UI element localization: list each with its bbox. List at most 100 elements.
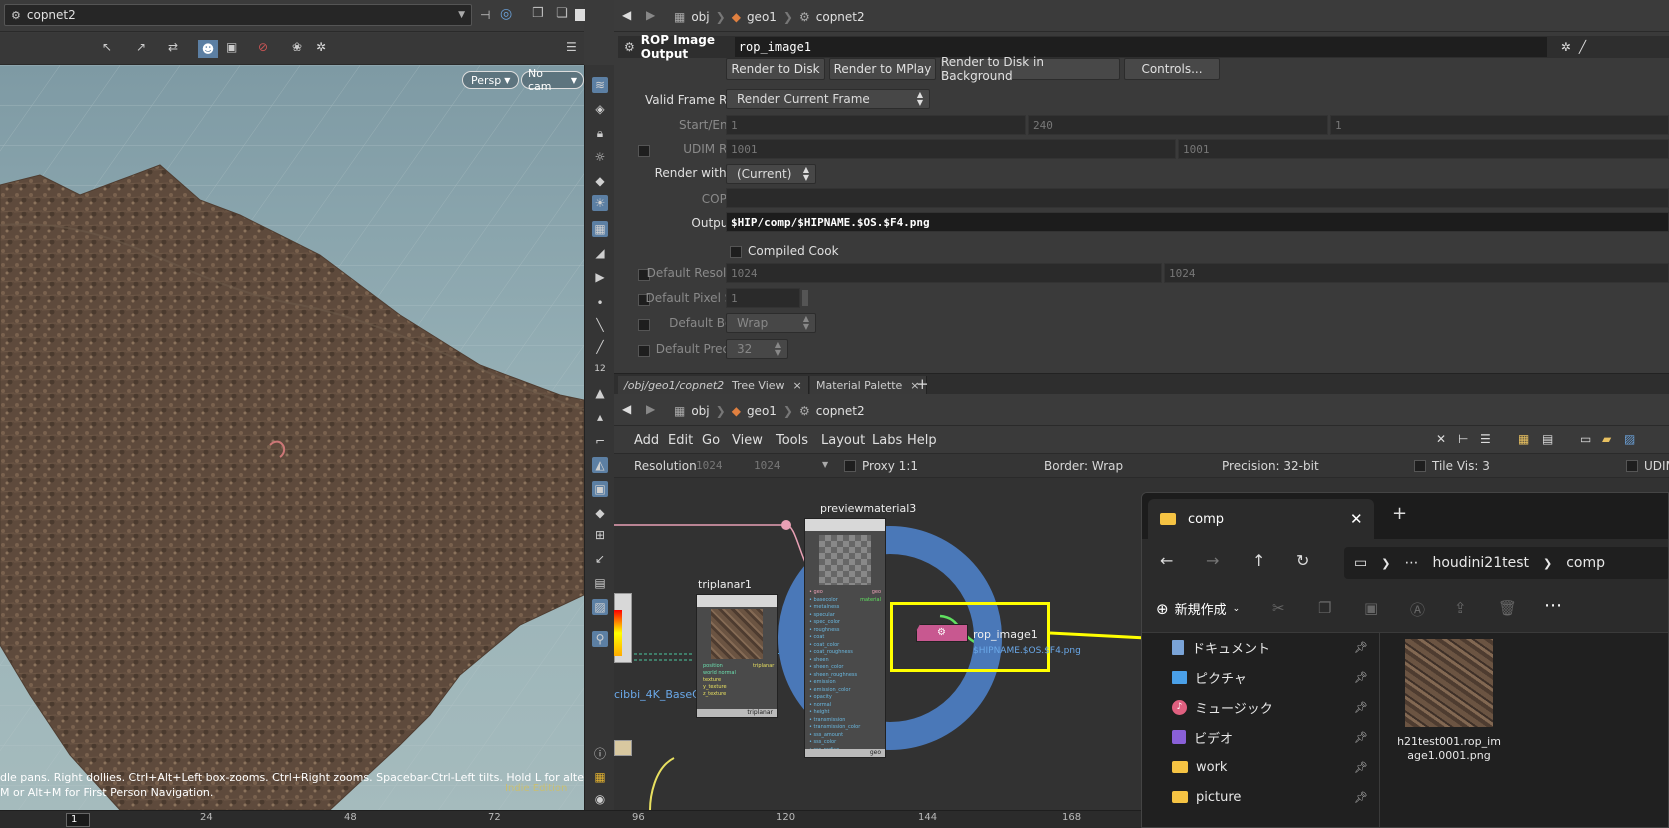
breadcrumb-geo1[interactable]: geo1 — [747, 10, 777, 24]
rop-node[interactable]: ⚙ — [916, 624, 968, 642]
options-icon[interactable]: ☰ — [566, 40, 577, 54]
forward-icon[interactable]: ▶ — [646, 8, 655, 22]
render-background-button[interactable]: Render to Disk in Background — [940, 55, 1120, 83]
wire-icon[interactable]: ◢ — [592, 245, 608, 261]
udim-end-field[interactable]: 1001 — [1178, 139, 1669, 159]
default-resolution-x-field[interactable]: 1024 — [726, 263, 1162, 283]
shading-icon[interactable]: ▦ — [592, 221, 608, 237]
inc-field[interactable]: 1 — [1330, 115, 1669, 135]
up-arrow-icon[interactable]: ↑ — [1252, 551, 1265, 570]
resolution-y-field[interactable]: 1024 — [750, 457, 802, 475]
pin-icon[interactable]: 📌︎ — [1354, 671, 1368, 684]
forward-icon[interactable]: ▶ — [646, 402, 655, 416]
transform-tool-icon[interactable]: ↗ — [136, 40, 146, 54]
cop-path-field[interactable] — [726, 188, 1669, 208]
layout-icon[interactable]: ▦ — [592, 769, 608, 785]
menu-layout[interactable]: Layout — [821, 433, 865, 448]
chevron-down-icon[interactable]: ▼ — [458, 10, 465, 20]
default-precision-select[interactable]: 32 ▲ ▼ — [726, 339, 788, 359]
sidebar-item-videos[interactable]: ビデオ 📌︎ — [1172, 723, 1368, 751]
proxy-checkbox[interactable] — [844, 460, 856, 472]
eye-icon[interactable]: ◉ — [592, 791, 608, 807]
edge-icon[interactable]: ╲ — [592, 317, 608, 333]
new-button[interactable]: ⊕ 新規作成 ⌄ — [1156, 599, 1240, 619]
pin-icon[interactable]: ⊣ — [480, 8, 490, 22]
sidebar-item-music[interactable]: ♪ ミュージック 📌︎ — [1172, 693, 1368, 721]
settings-icon[interactable]: ✲ — [316, 40, 326, 54]
controls-button[interactable]: Controls... — [1124, 58, 1220, 80]
default-border-checkbox[interactable] — [638, 319, 650, 331]
sidebar-item-pictures[interactable]: ピクチャ 📌︎ — [1172, 663, 1368, 691]
file-item[interactable]: h21test001.rop_image1.0001.png — [1394, 639, 1504, 769]
default-border-select[interactable]: Wrap ▲ ▼ — [726, 313, 816, 333]
back-icon[interactable]: ◀ — [622, 402, 631, 416]
persp-menu[interactable]: Persp ▼ — [462, 71, 520, 89]
cut-icon[interactable]: ✂ — [1272, 599, 1285, 617]
menu-view[interactable]: View — [732, 433, 763, 448]
view-tool-icon[interactable]: ☻ — [198, 40, 218, 58]
cubes-icon[interactable]: ❏ — [556, 6, 568, 21]
add-tab-icon[interactable]: + — [916, 375, 929, 393]
light-icon[interactable]: ❀ — [292, 40, 302, 54]
chevron-down-icon[interactable]: ▼ — [822, 460, 828, 469]
paste-icon[interactable]: ▣ — [1364, 599, 1378, 617]
tag-icon[interactable]: ◆ — [592, 505, 608, 521]
list-icon[interactable]: ☰ — [1480, 432, 1491, 446]
info-icon[interactable]: ⓘ — [592, 745, 608, 761]
diamond-icon[interactable]: ◆ — [592, 173, 608, 189]
uv-icon[interactable]: ⌐ — [592, 433, 608, 449]
menu-help[interactable]: Help — [907, 433, 937, 448]
compiled-cook-checkbox[interactable] — [730, 246, 742, 258]
sidebar-item-work[interactable]: work 📌︎ — [1172, 753, 1368, 781]
pin-icon[interactable]: 📌︎ — [1354, 641, 1368, 654]
tile-vis-checkbox[interactable] — [1414, 460, 1426, 472]
stop-icon[interactable]: ⊘ — [258, 40, 268, 54]
more-icon[interactable]: ⋯ — [1544, 595, 1562, 616]
start-field[interactable]: 1 — [726, 115, 1026, 135]
forward-arrow-icon[interactable]: → — [1206, 551, 1219, 570]
cube-icon[interactable]: ❒ — [532, 6, 544, 21]
frame-field[interactable]: 1 — [66, 813, 90, 827]
display-options-icon[interactable]: ≋ — [592, 77, 608, 93]
link-icon[interactable]: ⊞ — [592, 527, 608, 543]
udim-start-field[interactable]: 1001 — [726, 139, 1176, 159]
grid-icon[interactable]: ▤ — [592, 575, 608, 591]
udim-range-checkbox[interactable] — [638, 145, 650, 157]
pin-icon[interactable]: 📌︎ — [1354, 761, 1368, 774]
camera-tool-icon[interactable]: ▣ — [226, 40, 237, 54]
render-with-take-select[interactable]: (Current) ▲ ▼ — [726, 164, 816, 184]
grid-view-icon[interactable]: ▦ — [1518, 432, 1529, 446]
menu-edit[interactable]: Edit — [668, 433, 693, 448]
back-arrow-icon[interactable]: ← — [1160, 551, 1173, 570]
output-file-field[interactable]: $HIP/comp/$HIPNAME.$OS.$F4.png — [726, 212, 1669, 232]
close-icon[interactable]: × — [793, 379, 802, 392]
share-icon[interactable]: ⇪ — [1454, 599, 1467, 617]
sidebar-item-documents[interactable]: ドキュメント 📌︎ — [1172, 633, 1368, 661]
breadcrumb-obj[interactable]: obj — [691, 10, 709, 24]
camera-menu[interactable]: No cam ▼ — [521, 67, 584, 93]
prim-icon[interactable]: ▲ — [592, 385, 608, 401]
explorer-tab[interactable]: comp ✕ — [1148, 499, 1374, 539]
3d-viewport[interactable]: Persp ▼ No cam ▼ dle pans. Right dollies… — [0, 65, 584, 810]
tile-view-icon[interactable]: ▤ — [1542, 432, 1553, 446]
notes-icon[interactable]: ▭ — [1580, 432, 1591, 446]
sticky-icon[interactable]: ▰ — [1602, 432, 1611, 446]
frame-icon[interactable]: ▣ — [592, 481, 608, 497]
measure-icon[interactable]: ↙ — [592, 551, 608, 567]
new-tab-icon[interactable]: + — [1392, 503, 1407, 524]
path-comp[interactable]: comp — [1566, 555, 1605, 571]
breadcrumb-copnet2[interactable]: copnet2 — [816, 10, 865, 24]
bulb-icon[interactable]: ☼ — [592, 149, 608, 165]
menu-labs[interactable]: Labs — [872, 433, 902, 448]
breadcrumb-geo1[interactable]: geo1 — [747, 404, 777, 418]
close-icon[interactable]: ✕ — [1350, 510, 1363, 528]
viewport-path-field[interactable]: ⚙ copnet2 ▼ — [4, 4, 472, 26]
menu-tools[interactable]: Tools — [776, 433, 808, 448]
select-tool-icon[interactable]: ↖ — [102, 40, 112, 54]
delete-icon[interactable]: 🗑︎ — [1498, 599, 1517, 617]
point-icon[interactable]: • — [592, 295, 608, 311]
tab-material-palette[interactable]: Material Palette × — [810, 376, 927, 395]
default-resolution-y-field[interactable]: 1024 — [1164, 263, 1669, 283]
udim-checkbox[interactable] — [1626, 460, 1638, 472]
breadcrumb-obj[interactable]: obj — [691, 404, 709, 418]
